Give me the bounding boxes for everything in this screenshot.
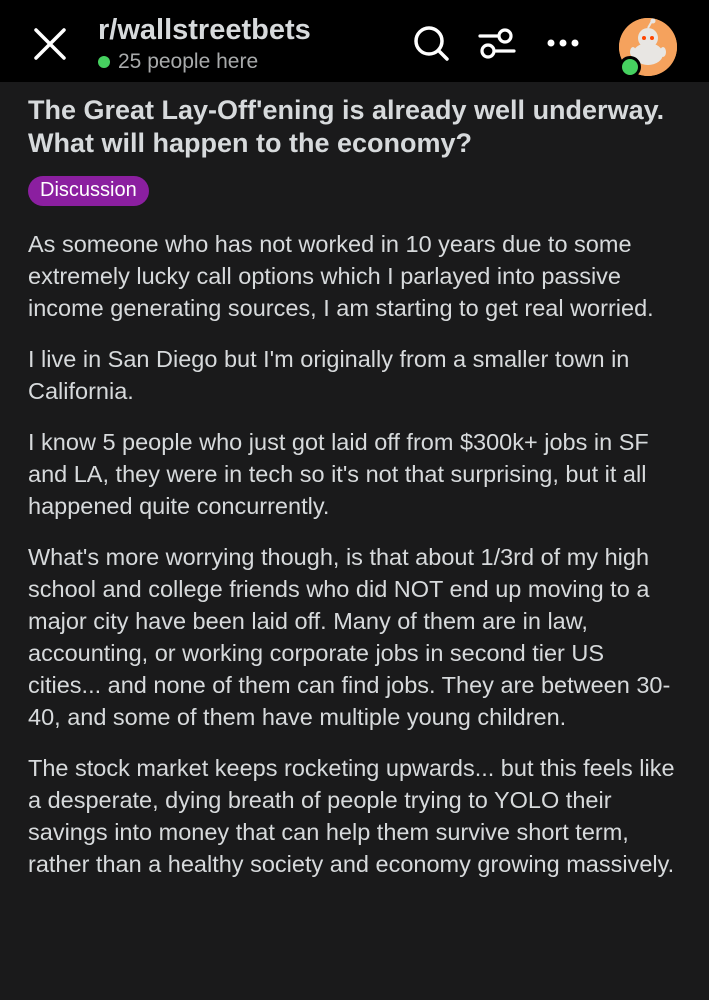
more-options-button[interactable]	[542, 22, 584, 64]
post-flair[interactable]: Discussion	[28, 176, 149, 206]
post-title: The Great Lay-Off'ening is already well …	[28, 95, 665, 158]
search-icon	[414, 26, 449, 61]
top-bar: r/wallstreetbets 25 people here	[0, 0, 709, 82]
search-button[interactable]	[410, 22, 452, 64]
presence-indicator: 25 people here	[98, 50, 258, 74]
post-paragraph: What's more worrying though, is that abo…	[28, 544, 671, 730]
post-paragraph: I live in San Diego but I'm originally f…	[28, 346, 630, 404]
filter-button[interactable]	[476, 22, 518, 64]
more-icon	[547, 39, 579, 47]
post-body: As someone who has not worked in 10 year…	[28, 228, 683, 880]
post-content: The Great Lay-Off'ening is already well …	[28, 94, 683, 899]
post-paragraph: The stock market keeps rocketing upwards…	[28, 755, 675, 877]
close-button[interactable]	[30, 24, 70, 64]
close-icon	[34, 28, 66, 60]
online-dot-icon	[98, 56, 110, 68]
presence-text: 25 people here	[118, 50, 259, 73]
subreddit-name[interactable]: r/wallstreetbets	[98, 14, 311, 47]
online-status-icon	[619, 56, 641, 78]
post-paragraph: As someone who has not worked in 10 year…	[28, 231, 654, 321]
filter-icon	[478, 28, 516, 59]
user-avatar[interactable]	[619, 18, 677, 78]
post-paragraph: I know 5 people who just got laid off fr…	[28, 429, 649, 519]
